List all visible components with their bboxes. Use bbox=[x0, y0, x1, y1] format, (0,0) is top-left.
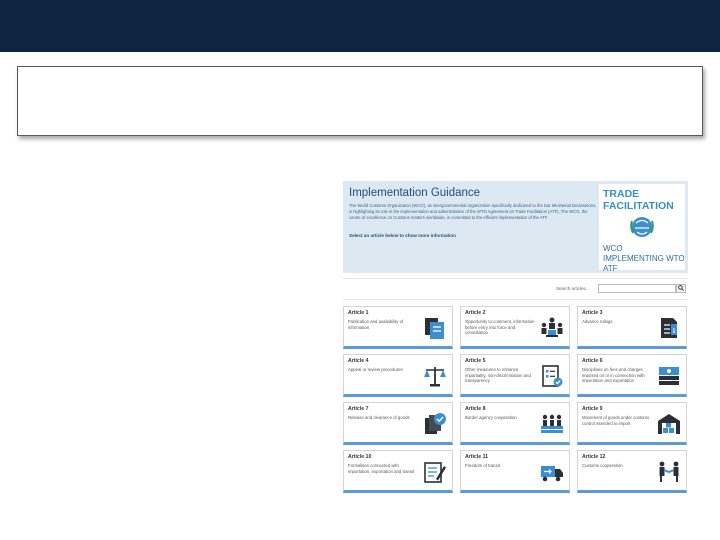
article-title: Advance rulings bbox=[582, 319, 613, 324]
article-title: Freedom of transit bbox=[465, 463, 500, 468]
article-title: Release and clearance of goods bbox=[348, 415, 410, 420]
article-tile-1[interactable]: Article 1 Publication and availability o… bbox=[343, 306, 453, 349]
article-tile-7[interactable]: Article 7 Release and clearance of goods bbox=[343, 402, 453, 445]
article-title: Movement of goods under customs control … bbox=[582, 415, 650, 426]
form-pen-icon bbox=[424, 462, 446, 483]
article-tile-12[interactable]: Article 12 Customs cooperation bbox=[577, 450, 687, 493]
article-title: Formalities connected with importation, … bbox=[348, 463, 415, 474]
article-number: Article 2 bbox=[465, 310, 486, 316]
badge-subtitle: WCO IMPLEMENTING WTO ATF bbox=[603, 244, 685, 273]
agency-group-icon bbox=[541, 414, 563, 433]
trade-facilitation-badge: TRADE FACILITATION WCO IMPLEMENTING WTO … bbox=[599, 184, 685, 273]
article-tile-3[interactable]: Article 3 Advance rulings i bbox=[577, 306, 687, 349]
article-tile-9[interactable]: Article 9 Movement of goods under custom… bbox=[577, 402, 687, 445]
banner-text: The World Customs Organization (WCO), as… bbox=[349, 203, 597, 220]
banner-instruction-link[interactable]: Select an article below to show more inf… bbox=[349, 233, 456, 238]
article-number: Article 5 bbox=[465, 358, 486, 364]
handshake-icon bbox=[659, 461, 679, 482]
scales-icon bbox=[424, 367, 446, 387]
article-number: Article 3 bbox=[582, 310, 603, 316]
article-tile-11[interactable]: Article 11 Freedom of transit bbox=[460, 450, 570, 493]
article-number: Article 8 bbox=[465, 406, 486, 412]
implementation-guidance-screenshot: Implementation Guidance The World Custom… bbox=[340, 178, 690, 528]
article-title: Border agency cooperation bbox=[465, 415, 517, 420]
article-tile-2[interactable]: Article 2 Opportunity to comment, inform… bbox=[460, 306, 570, 349]
article-number: Article 10 bbox=[348, 454, 372, 460]
warehouse-icon bbox=[658, 414, 680, 434]
article-title: Opportunity to comment, information befo… bbox=[465, 319, 535, 336]
slide-title-box bbox=[17, 66, 703, 136]
article-title: Other measures to enhance impartiality, … bbox=[465, 367, 531, 384]
search-label: Search articles... bbox=[556, 286, 590, 291]
article-title: Disciplines on fees and charges imposed … bbox=[582, 367, 645, 384]
svg-text:i: i bbox=[673, 327, 675, 335]
checklist-icon bbox=[542, 365, 563, 387]
guidance-banner: Implementation Guidance The World Custom… bbox=[343, 181, 688, 273]
article-number: Article 4 bbox=[348, 358, 369, 364]
article-number: Article 12 bbox=[582, 454, 606, 460]
article-number: Article 9 bbox=[582, 406, 603, 412]
article-tile-6[interactable]: Article 6 Disciplines on fees and charge… bbox=[577, 354, 687, 397]
search-bar: Search articles... bbox=[343, 278, 688, 300]
meeting-icon bbox=[541, 317, 563, 337]
truck-transit-icon bbox=[541, 466, 563, 482]
article-tile-10[interactable]: Article 10 Formalities connected with im… bbox=[343, 450, 453, 493]
article-number: Article 6 bbox=[582, 358, 603, 364]
article-title: Appeal or review procedures bbox=[348, 367, 403, 372]
badge-title-line2: FACILITATION bbox=[603, 200, 674, 212]
wco-globe-icon bbox=[630, 217, 654, 237]
top-bar bbox=[0, 0, 720, 52]
article-number: Article 7 bbox=[348, 406, 369, 412]
info-document-icon: i bbox=[661, 318, 677, 338]
search-button[interactable] bbox=[676, 284, 686, 293]
article-number: Article 1 bbox=[348, 310, 369, 316]
article-title: Publication and availability of informat… bbox=[348, 319, 404, 330]
badge-title: TRADE FACILITATION bbox=[603, 188, 683, 212]
banner-title: Implementation Guidance bbox=[349, 187, 481, 199]
article-tile-4[interactable]: Article 4 Appeal or review procedures bbox=[343, 354, 453, 397]
documents-icon bbox=[425, 318, 444, 339]
article-tile-8[interactable]: Article 8 Border agency cooperation bbox=[460, 402, 570, 445]
search-icon bbox=[678, 285, 684, 291]
article-title: Customs cooperation bbox=[582, 463, 623, 468]
approved-documents-icon bbox=[425, 413, 446, 434]
article-tile-5[interactable]: Article 5 Other measures to enhance impa… bbox=[460, 354, 570, 397]
search-input[interactable] bbox=[598, 284, 676, 293]
article-number: Article 11 bbox=[465, 454, 489, 460]
banknotes-icon bbox=[659, 367, 679, 385]
badge-title-line1: TRADE bbox=[603, 188, 640, 200]
